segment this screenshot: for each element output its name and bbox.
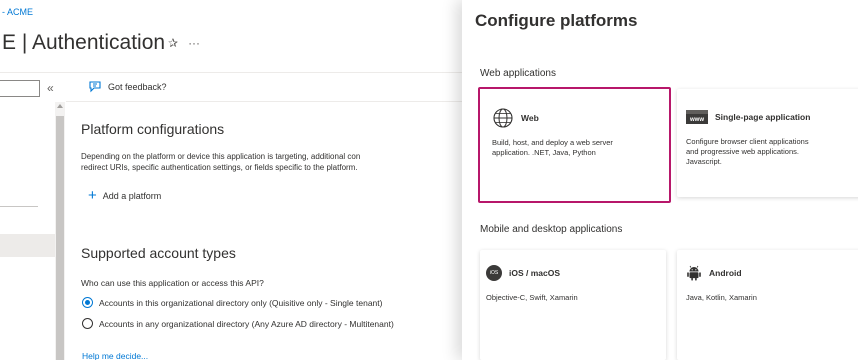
card-description: Build, host, and deploy a web server app… xyxy=(492,138,613,158)
card-title: Web xyxy=(521,113,539,123)
menu-search-input[interactable] xyxy=(0,80,40,97)
sidebar-item-authentication[interactable] xyxy=(0,234,55,257)
card-header: iOS iOS / macOS xyxy=(486,265,560,281)
apple-icon: iOS xyxy=(486,265,502,281)
platform-description-line1: Depending on the platform or device this… xyxy=(81,152,361,161)
globe-icon xyxy=(493,108,513,128)
help-me-decide-link[interactable]: Help me decide... xyxy=(82,351,148,360)
card-description: Configure browser client applications an… xyxy=(686,137,809,167)
android-icon xyxy=(687,265,701,281)
app-registration-page: - ACME E | Authentication ✰ ··· « Got fe… xyxy=(0,0,462,360)
card-description-line: Configure browser client applications xyxy=(686,137,809,146)
toolbar-divider xyxy=(66,101,462,102)
account-option-multitenant[interactable]: Accounts in any organizational directory… xyxy=(82,318,394,329)
header-divider xyxy=(0,72,462,73)
feedback-button[interactable]: Got feedback? xyxy=(88,80,167,93)
card-description-line: application. .NET, Java, Python xyxy=(492,148,596,157)
card-description-line: and progressive web applications. xyxy=(686,147,799,156)
card-title: Single-page application xyxy=(715,112,811,122)
card-title: Android xyxy=(709,268,742,278)
platform-configurations-heading: Platform configurations xyxy=(81,121,225,137)
account-question: Who can use this application or access t… xyxy=(81,278,264,288)
card-header: www Single-page application xyxy=(686,110,810,124)
pin-icon[interactable]: ✰ xyxy=(168,36,178,50)
add-platform-label: Add a platform xyxy=(102,191,162,201)
platform-description-line2: redirect URIs, specific authentication s… xyxy=(81,163,358,172)
breadcrumb[interactable]: - ACME xyxy=(2,7,33,17)
plus-icon: + xyxy=(88,187,97,204)
radio-selected[interactable] xyxy=(82,297,93,308)
card-header: Android xyxy=(686,265,742,281)
web-applications-heading: Web applications xyxy=(480,68,556,79)
scrollbar-thumb[interactable] xyxy=(56,116,64,360)
configure-platforms-panel: Configure platforms Web applications Web… xyxy=(462,0,858,360)
feedback-label: Got feedback? xyxy=(108,81,167,92)
card-title: iOS / macOS xyxy=(509,268,561,278)
account-option-single-tenant[interactable]: Accounts in this organizational director… xyxy=(82,297,382,308)
panel-title: Configure platforms xyxy=(475,11,638,30)
title-actions: ✰ ··· xyxy=(168,36,200,50)
more-options-icon[interactable]: ··· xyxy=(188,36,200,50)
web-platform-card[interactable]: Web Build, host, and deploy a web server… xyxy=(478,87,671,203)
card-header: Web xyxy=(492,107,539,129)
nav-divider xyxy=(0,206,38,207)
feedback-icon xyxy=(89,81,101,93)
card-description-line: Javascript. xyxy=(686,157,722,166)
radio-unselected[interactable] xyxy=(82,318,93,329)
spa-platform-card[interactable]: www Single-page application Configure br… xyxy=(677,89,858,197)
collapse-menu-icon[interactable]: « xyxy=(47,80,54,96)
supported-account-types-heading: Supported account types xyxy=(81,245,236,261)
android-platform-card[interactable]: Android Java, Kotlin, Xamarin xyxy=(677,250,858,360)
card-description: Java, Kotlin, Xamarin xyxy=(686,293,757,302)
mobile-desktop-heading: Mobile and desktop applications xyxy=(480,224,623,235)
card-description-line: Build, host, and deploy a web server xyxy=(492,138,613,147)
add-platform-button[interactable]: + Add a platform xyxy=(88,187,162,204)
card-description: Objective-C, Swift, Xamarin xyxy=(486,293,578,302)
scroll-up-icon[interactable] xyxy=(57,104,63,108)
page-title: E | Authentication xyxy=(2,31,166,54)
account-option-label: Accounts in any organizational directory… xyxy=(99,318,394,329)
www-icon: www xyxy=(686,110,708,124)
ios-platform-card[interactable]: iOS iOS / macOS Objective-C, Swift, Xama… xyxy=(480,250,666,360)
account-option-label: Accounts in this organizational director… xyxy=(99,297,383,308)
